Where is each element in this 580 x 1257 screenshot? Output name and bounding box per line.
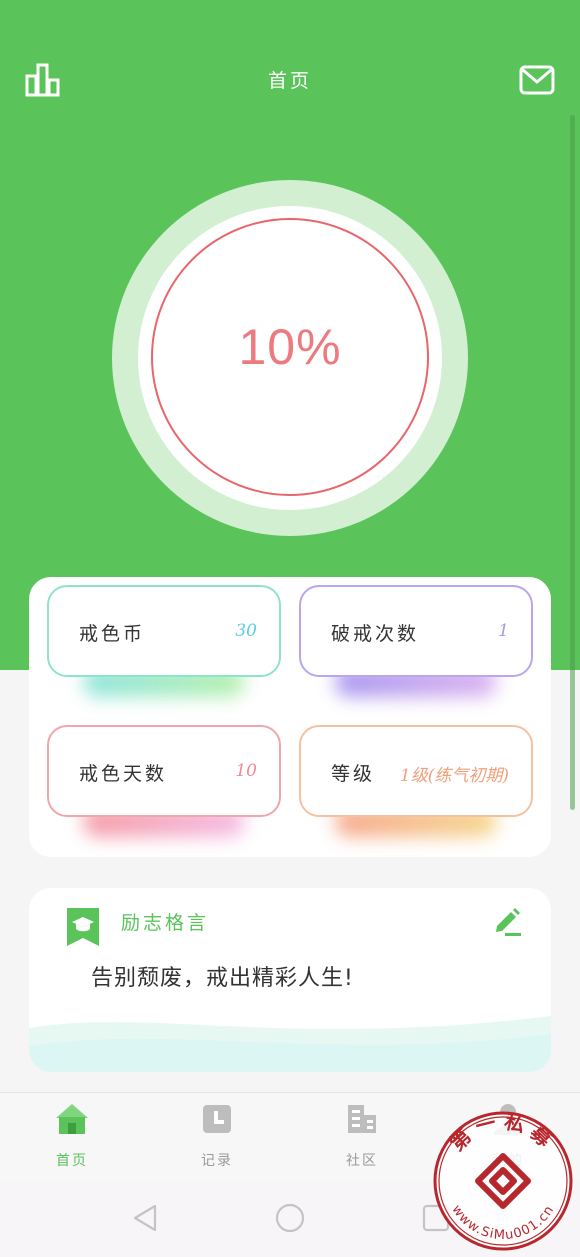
motto-title: 励志格言	[121, 912, 210, 934]
stats-card: 戒色币 30 破戒次数 1 戒色天数 10 等级 1级(练气初期)	[29, 577, 551, 857]
home-circle-icon[interactable]	[274, 1202, 306, 1234]
top-bar: 首页	[0, 52, 580, 108]
stat-value: 30	[235, 621, 257, 641]
page-title: 首页	[267, 70, 312, 92]
nav-record[interactable]: 记录	[157, 1093, 277, 1183]
nav-label: 记录	[201, 1153, 233, 1169]
home-icon	[56, 1104, 88, 1134]
stat-box: 戒色币 30	[47, 585, 281, 677]
watermark-seal: 第一私募 www.SiMu001.cn	[433, 1110, 573, 1251]
stat-relapse-count[interactable]: 破戒次数 1	[299, 585, 533, 697]
stat-label: 破戒次数	[331, 623, 420, 645]
graduation-cap-icon	[67, 908, 99, 946]
nav-community[interactable]: 社区	[302, 1093, 422, 1183]
building-icon	[348, 1105, 376, 1133]
stat-label: 等级	[331, 763, 376, 785]
app-screen: 首页 10% 戒色币 30 破戒次数 1 戒色天数 10 等级 1级(练气初期)…	[0, 0, 580, 1257]
nav-home[interactable]: 首页	[12, 1093, 132, 1183]
stat-box: 等级 1级(练气初期)	[299, 725, 533, 817]
stat-days[interactable]: 戒色天数 10	[47, 725, 281, 837]
stat-coins[interactable]: 戒色币 30	[47, 585, 281, 697]
wave-decoration	[29, 1016, 551, 1072]
clock-icon	[203, 1105, 231, 1133]
stat-box: 破戒次数 1	[299, 585, 533, 677]
stat-level[interactable]: 等级 1级(练气初期)	[299, 725, 533, 837]
nav-label: 社区	[346, 1153, 378, 1169]
stat-value: 1	[498, 621, 509, 641]
stat-label: 戒色币	[79, 623, 146, 645]
back-triangle-icon[interactable]	[129, 1202, 161, 1234]
nav-label: 首页	[56, 1153, 88, 1169]
motto-text: 告别颓废，戒出精彩人生!	[91, 966, 354, 991]
stat-value: 10	[235, 761, 257, 781]
stat-label: 戒色天数	[79, 763, 168, 785]
mail-icon[interactable]	[519, 62, 555, 98]
motto-card: 励志格言 告别颓废，戒出精彩人生!	[29, 888, 551, 1072]
stat-box: 戒色天数 10	[47, 725, 281, 817]
scrollbar[interactable]	[570, 115, 575, 810]
pencil-icon[interactable]	[491, 904, 523, 936]
progress-percent: 10%	[238, 319, 342, 375]
stat-value: 1级(练气初期)	[399, 766, 509, 786]
